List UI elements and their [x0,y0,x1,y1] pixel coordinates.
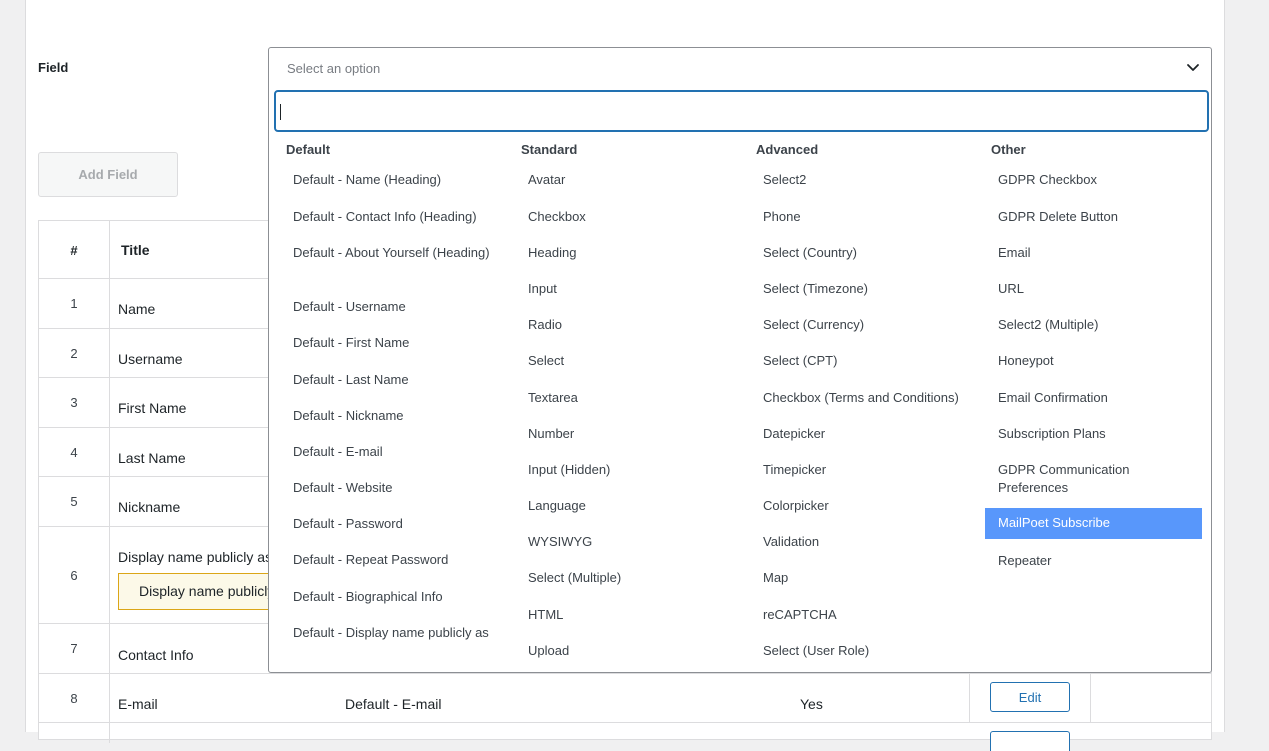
option-item[interactable]: Checkbox (Terms and Conditions) [754,389,976,407]
option-item[interactable]: Validation [754,533,971,551]
add-field-button[interactable]: Add Field [38,152,178,197]
row-title: Nickname [118,499,181,515]
option-item[interactable]: Default - Nickname [284,407,501,425]
option-item[interactable]: Language [519,497,736,515]
option-item[interactable]: Default - Last Name [284,371,501,389]
option-item[interactable]: Default - Username [284,298,501,316]
option-item[interactable]: Select [519,352,736,370]
option-item[interactable]: Timepicker [754,461,971,479]
option-group-advanced: Advanced Select2 Phone Select (Country) … [754,142,986,658]
option-item[interactable]: GDPR Communication Preferences [989,461,1206,497]
table-row[interactable] [39,723,1211,751]
row-title: Contact Info [118,647,194,663]
field-label: Field [38,60,69,75]
option-item[interactable]: Default - Name (Heading) [284,171,501,189]
option-group-heading: Standard [521,142,578,157]
row-number [39,723,110,743]
option-item[interactable]: reCAPTCHA [754,606,971,624]
row-number: 6 [39,527,110,623]
option-item[interactable]: Select (Timezone) [754,280,971,298]
option-group-other: Other GDPR Checkbox GDPR Delete Button E… [985,142,1221,568]
option-item[interactable]: Default - E-mail [284,443,501,461]
option-group-default: Default Default - Name (Heading) Default… [284,142,516,640]
row-number: 1 [39,279,110,328]
row-number: 2 [39,329,110,377]
option-item[interactable]: Select (User Role) [754,642,971,660]
option-item[interactable]: Radio [519,316,736,334]
row-title: Last Name [118,450,186,466]
edit-button[interactable] [990,731,1070,751]
option-item[interactable]: Default - First Name [284,334,501,352]
option-group-heading: Other [991,142,1026,157]
row-title: Username [118,351,183,367]
text-caret [280,104,281,120]
row-number: 7 [39,624,110,673]
option-item[interactable]: Default - Password [284,515,501,533]
option-item[interactable]: Default - Contact Info (Heading) [284,208,501,226]
option-item[interactable]: Colorpicker [754,497,971,515]
row-number: 8 [39,674,110,722]
option-item[interactable]: Datepicker [754,425,971,443]
option-item[interactable]: Select (Currency) [754,316,971,334]
chevron-down-icon[interactable] [1185,59,1201,75]
row-required: Yes [800,696,823,712]
option-item[interactable]: Default - Repeat Password [284,551,501,569]
option-item[interactable]: Email Confirmation [989,389,1206,407]
option-item[interactable]: Select2 (Multiple) [989,316,1206,334]
option-item[interactable]: Map [754,569,971,587]
option-item[interactable]: Default - Display name publicly as [284,624,501,642]
select-dropdown: Default Default - Name (Heading) Default… [268,86,1212,673]
option-item[interactable]: Upload [519,642,736,660]
option-item[interactable]: Avatar [519,171,736,189]
select-placeholder: Select an option [287,61,381,76]
option-item[interactable]: Select (Country) [754,244,971,262]
option-group-standard: Standard Avatar Checkbox Heading Input R… [519,142,751,658]
option-item[interactable]: Repeater [989,552,1206,570]
option-item[interactable]: HTML [519,606,736,624]
column-header-title: Title [121,242,150,258]
option-item[interactable]: Subscription Plans [989,425,1206,443]
option-item[interactable]: GDPR Delete Button [989,208,1206,226]
dropdown-search-input[interactable] [274,90,1209,132]
option-item[interactable]: Honeypot [989,352,1206,370]
row-number: 4 [39,428,110,476]
field-select[interactable]: Select an option [268,47,1212,87]
row-title: Display name publicly as [118,549,273,565]
option-item[interactable]: Heading [519,244,736,262]
row-number: 5 [39,477,110,526]
option-item[interactable]: Textarea [519,389,736,407]
option-item[interactable]: WYSIWYG [519,533,736,551]
option-item[interactable]: Default - About Yourself (Heading) [284,244,501,262]
option-item[interactable]: Phone [754,208,971,226]
option-item[interactable]: Select (CPT) [754,352,971,370]
option-item[interactable]: Input [519,280,736,298]
option-item[interactable]: GDPR Checkbox [989,171,1206,189]
option-item[interactable]: Select2 [754,171,971,189]
option-item[interactable]: Select (Multiple) [519,569,736,587]
row-title: E-mail [118,696,158,712]
option-item[interactable]: Default - Biographical Info [284,588,501,606]
option-item[interactable]: Checkbox [519,208,736,226]
row-title: Name [118,301,156,317]
column-divider [1090,674,1091,722]
row-type: Default - E-mail [345,696,442,712]
option-item-highlighted[interactable]: MailPoet Subscribe [985,508,1202,539]
option-item[interactable]: Number [519,425,736,443]
option-item[interactable]: URL [989,280,1206,298]
column-divider [969,674,970,722]
column-header-number: # [39,221,110,279]
option-item[interactable]: Email [989,244,1206,262]
table-row[interactable]: 8 E-mail Default - E-mail Yes Edit [39,674,1211,723]
option-item[interactable]: Default - Website [284,479,501,497]
option-group-heading: Advanced [756,142,819,157]
option-group-heading: Default [286,142,331,157]
row-title: First Name [118,400,187,416]
row-number: 3 [39,378,110,427]
option-item[interactable]: Input (Hidden) [519,461,736,479]
edit-button[interactable]: Edit [990,682,1070,712]
